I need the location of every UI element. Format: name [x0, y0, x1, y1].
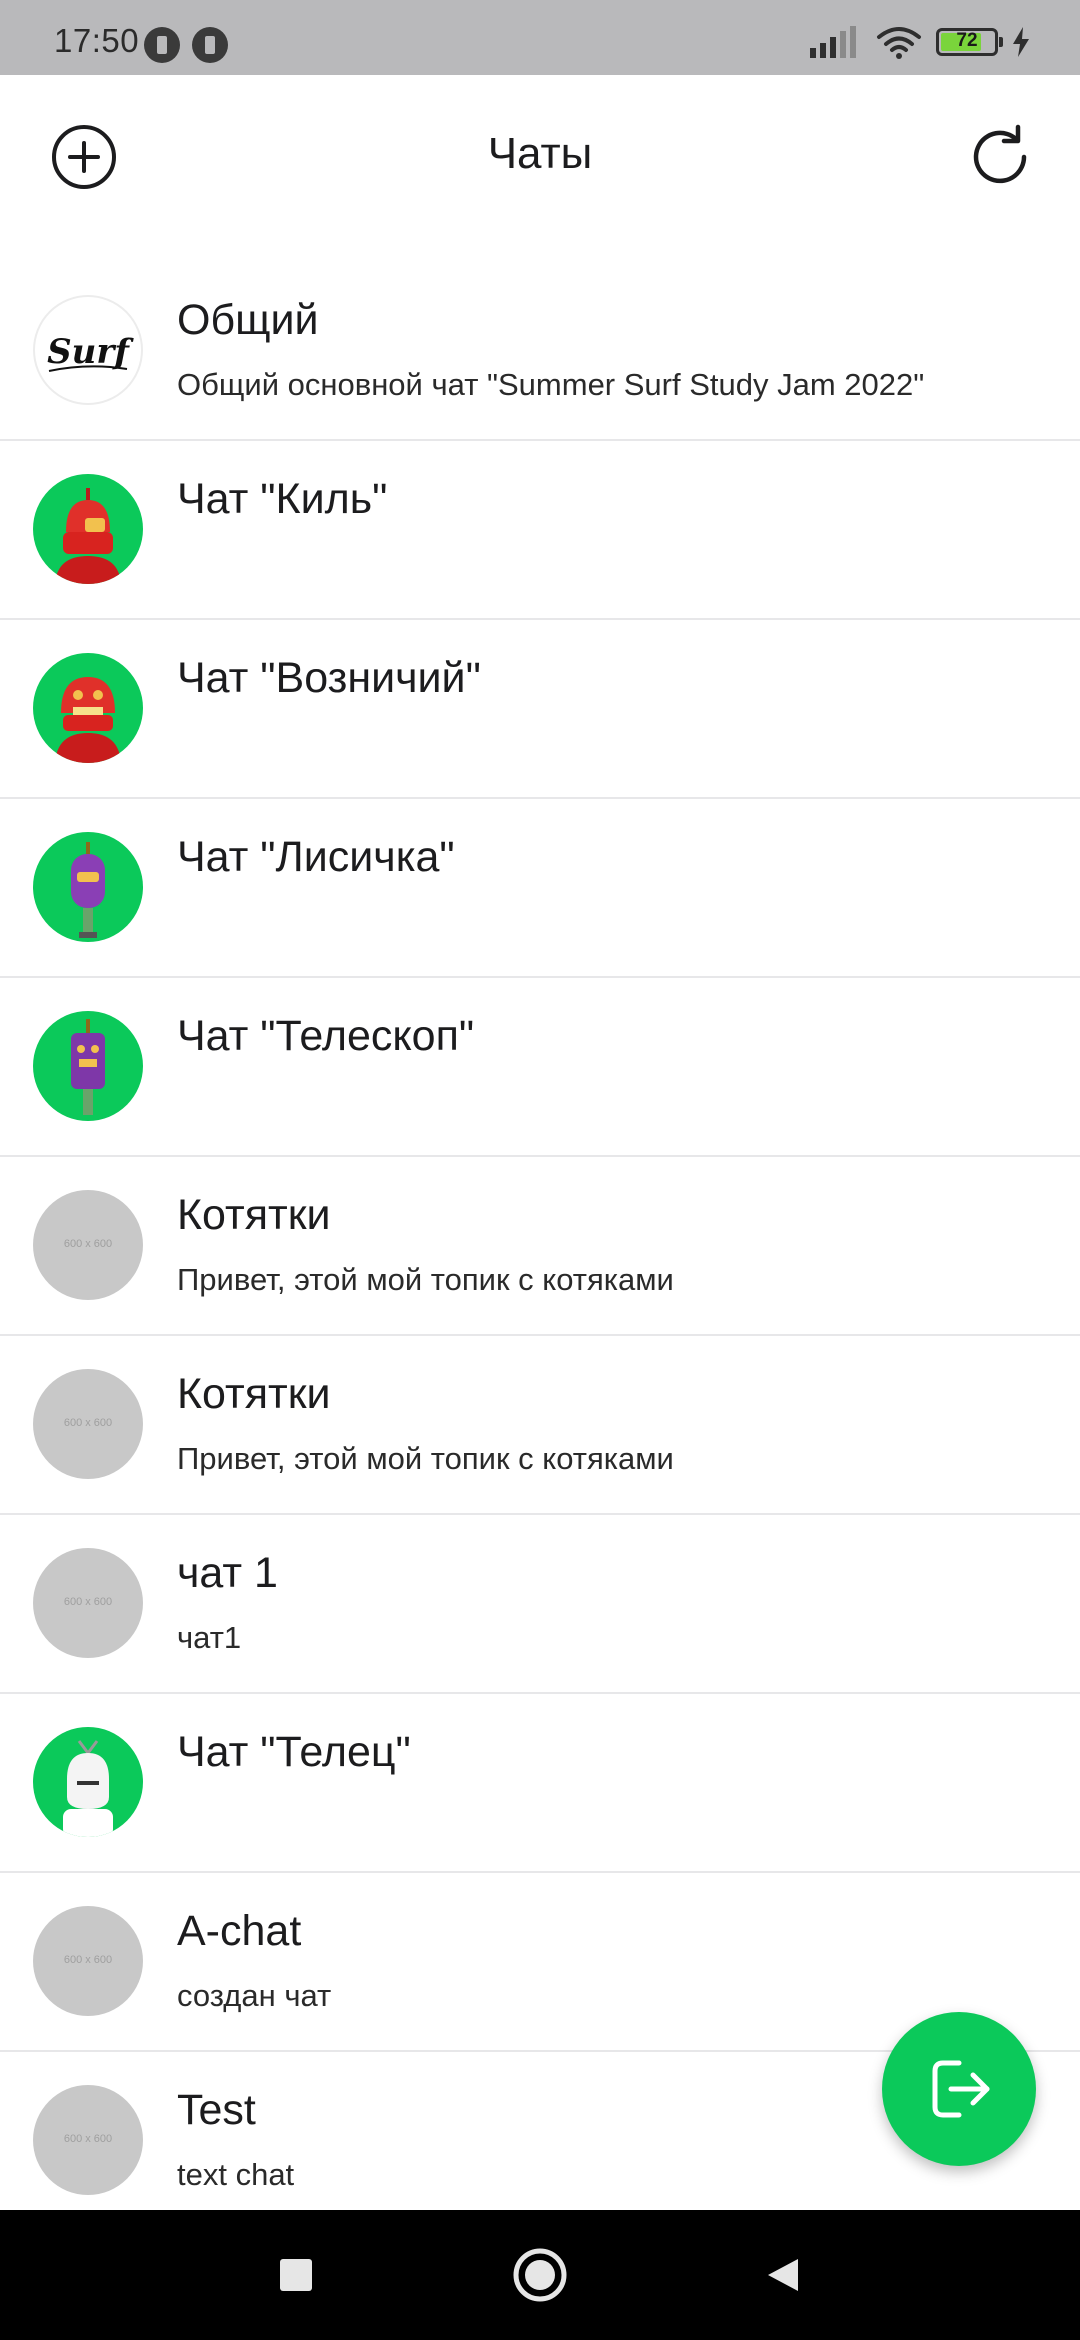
chat-avatar: [33, 1011, 143, 1121]
chat-avatar: [33, 653, 143, 763]
chat-subtitle: Общий основной чат "Summer Surf Study Ja…: [177, 367, 925, 402]
chat-avatar-placeholder: 600 x 600: [33, 2085, 143, 2195]
app-bar: Чаты: [0, 75, 1080, 235]
robot-purple-icon: [71, 1019, 105, 1115]
triangle-back-icon: [768, 2259, 798, 2291]
chat-item[interactable]: Surf Общий Общий основной чат "Summer Su…: [0, 262, 1080, 441]
recents-button[interactable]: [266, 2245, 326, 2305]
chat-title: A-chat: [177, 1907, 302, 1955]
page-title: Чаты: [487, 129, 593, 178]
chat-item[interactable]: Чат "Киль": [0, 441, 1080, 620]
chat-item[interactable]: 600 x 600 Котятки Привет, этой мой топик…: [0, 1157, 1080, 1336]
chat-title: Чат "Киль": [177, 475, 388, 523]
circle-icon: [513, 2248, 567, 2302]
chat-title: Общий: [177, 296, 319, 344]
logout-button[interactable]: [882, 2012, 1036, 2166]
chat-title: Котятки: [177, 1191, 331, 1239]
notification-icon: [192, 27, 228, 63]
chat-item[interactable]: Чат "Возничий": [0, 620, 1080, 799]
chat-item[interactable]: 600 x 600 чат 1 чат1: [0, 1515, 1080, 1694]
chat-avatar: [33, 474, 143, 584]
chat-subtitle: text chat: [177, 2157, 295, 2192]
chat-title: Чат "Возничий": [177, 654, 481, 702]
chat-avatar-placeholder: 600 x 600: [33, 1369, 143, 1479]
placeholder-label: 600 x 600: [63, 1417, 113, 1429]
robot-red-icon: [55, 488, 121, 584]
chat-item[interactable]: Чат "Лисичка": [0, 799, 1080, 978]
signal-icon: [810, 26, 856, 58]
chat-item[interactable]: Чат "Телескоп": [0, 978, 1080, 1157]
square-icon: [280, 2259, 312, 2291]
chat-subtitle: Привет, этой мой топик с котяками: [177, 1441, 674, 1476]
placeholder-label: 600 x 600: [63, 1238, 113, 1250]
chat-avatar: [33, 832, 143, 942]
chat-avatar-placeholder: 600 x 600: [33, 1190, 143, 1300]
status-bar: 17:50 72: [0, 0, 1080, 75]
home-button[interactable]: [510, 2245, 570, 2305]
robot-red-icon: [55, 677, 121, 763]
robot-white-icon: [63, 1740, 113, 1837]
chat-avatar: [33, 1727, 143, 1837]
notification-icon: [144, 27, 180, 63]
chat-item[interactable]: Чат "Телец": [0, 1694, 1080, 1873]
chat-item[interactable]: 600 x 600 Котятки Привет, этой мой топик…: [0, 1336, 1080, 1515]
chat-avatar: Surf: [33, 295, 143, 405]
chat-subtitle: Привет, этой мой топик с котяками: [177, 1262, 674, 1297]
wifi-icon: [877, 27, 921, 59]
placeholder-label: 600 x 600: [63, 1596, 113, 1608]
chat-title: Котятки: [177, 1370, 331, 1418]
status-time: 17:50: [54, 22, 140, 59]
battery-icon: 72: [936, 28, 1003, 56]
chat-title: Чат "Лисичка": [177, 833, 455, 881]
chat-list: Surf Общий Общий основной чат "Summer Su…: [0, 262, 1080, 2229]
chat-title: Чат "Телец": [177, 1728, 411, 1776]
logout-icon: [932, 2060, 990, 2118]
chat-subtitle: создан чат: [177, 1978, 332, 2013]
battery-level: 72: [956, 30, 978, 51]
refresh-icon: [973, 124, 1027, 184]
surf-logo-icon: Surf: [47, 332, 134, 372]
chat-avatar-placeholder: 600 x 600: [33, 1906, 143, 2016]
charging-icon: [1013, 27, 1029, 57]
chat-subtitle: чат1: [177, 1620, 242, 1655]
placeholder-label: 600 x 600: [63, 2133, 113, 2145]
back-button[interactable]: [752, 2245, 812, 2305]
chat-title: Чат "Телескоп": [177, 1012, 475, 1060]
placeholder-label: 600 x 600: [63, 1954, 113, 1966]
chat-title: чат 1: [177, 1549, 278, 1597]
chat-avatar-placeholder: 600 x 600: [33, 1548, 143, 1658]
chat-title: Test: [177, 2086, 256, 2134]
system-nav-bar: [0, 2210, 1080, 2340]
robot-purple-icon: [71, 842, 105, 938]
refresh-button[interactable]: [960, 117, 1040, 197]
